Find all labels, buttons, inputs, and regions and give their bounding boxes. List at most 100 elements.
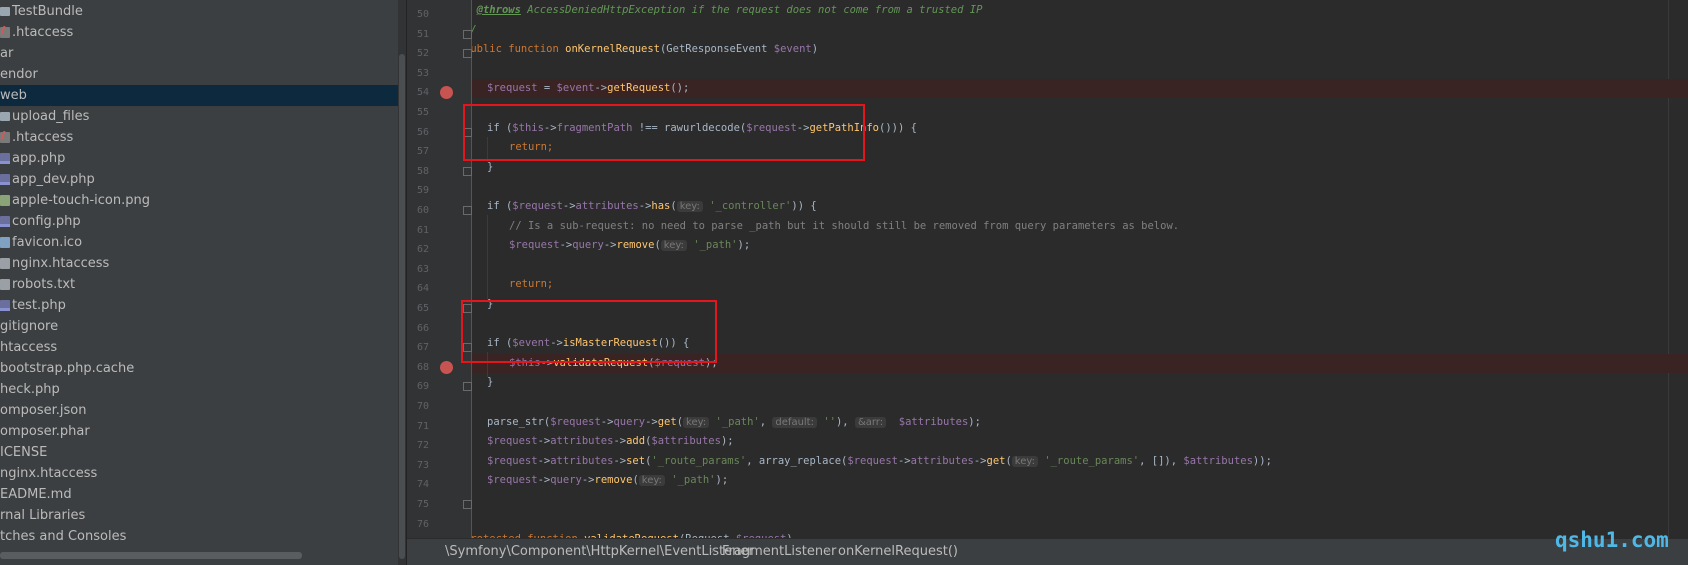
code-token: } <box>487 160 494 173</box>
line-number: 70 <box>416 401 429 412</box>
tree-item[interactable]: htaccess <box>0 337 398 358</box>
code-line-text: $request = $event->getRequest(); <box>487 79 689 98</box>
code-line[interactable]: $request->attributes->add($attributes); <box>472 432 1688 451</box>
fold-marker-icon[interactable] <box>463 29 472 39</box>
tree-item[interactable]: tches and Consoles <box>0 526 398 547</box>
tree-item[interactable]: upload_files <box>0 106 398 127</box>
code-line[interactable]: { <box>472 60 1688 79</box>
code-line[interactable]: $request->query->remove(key: '_path'); <box>472 471 1688 490</box>
tree-item[interactable]: app_dev.php <box>0 169 398 190</box>
code-line-text: // Is a sub-request: no need to parse _p… <box>509 217 1179 236</box>
code-line-text: $request->attributes->set('_route_params… <box>487 452 1272 471</box>
code-line[interactable]: * @throws AccessDeniedHttpException if t… <box>472 1 1688 20</box>
line-number: 60 <box>416 205 429 216</box>
tree-item[interactable]: nginx.htaccess <box>0 463 398 484</box>
code-editor[interactable]: * @throws AccessDeniedHttpException if t… <box>472 0 1688 538</box>
line-number: 66 <box>416 322 429 334</box>
code-line[interactable]: } <box>472 373 1688 392</box>
tree-item[interactable]: ar <box>0 43 398 64</box>
code-token: attributes <box>910 454 974 467</box>
line-number: 65 <box>416 303 429 314</box>
code-token: ( <box>632 474 639 487</box>
code-token: -> <box>638 200 652 212</box>
tree-item[interactable]: nginx.htaccess <box>0 253 398 274</box>
tree-item[interactable]: ICENSE <box>0 442 398 463</box>
code-token: parse_str( <box>487 415 551 428</box>
tree-item[interactable]: web <box>0 85 398 106</box>
code-token: } <box>487 376 494 389</box>
breadcrumb-class[interactable]: FragmentListener <box>722 544 836 559</box>
scrollbar-thumb[interactable] <box>399 54 405 559</box>
code-token: AccessDeniedHttpException if the request… <box>520 4 983 16</box>
code-token: -> <box>537 474 551 487</box>
parameter-hint: key: <box>1011 455 1038 467</box>
code-line[interactable]: return; <box>472 275 1688 294</box>
code-token: ); <box>720 435 734 448</box>
code-line[interactable]: */ <box>472 21 1688 40</box>
fold-marker-icon[interactable] <box>463 382 472 392</box>
line-number: 55 <box>416 107 429 118</box>
tree-item-label: upload_files <box>12 109 90 124</box>
code-line[interactable]: // Is a sub-request: no need to parse _p… <box>472 217 1688 236</box>
tree-item[interactable]: EADME.md <box>0 484 398 505</box>
tree-item[interactable]: config.php <box>0 211 398 232</box>
tree-item[interactable]: rnal Libraries <box>0 505 398 526</box>
code-line[interactable]: $request->attributes->set('_route_params… <box>472 452 1688 471</box>
code-line[interactable]: parse_str($request->query->get(key: '_pa… <box>472 413 1688 432</box>
code-line[interactable]: protected function validateRequest(Reque… <box>472 530 1688 538</box>
tree-horizontal-scrollbar[interactable] <box>0 552 302 559</box>
fold-marker-icon[interactable] <box>463 166 472 176</box>
fold-marker-icon[interactable] <box>463 49 472 59</box>
code-token: remove <box>594 474 633 487</box>
code-token: ) <box>811 43 819 56</box>
code-token: $request <box>512 200 563 212</box>
tree-item[interactable]: apple-touch-icon.png <box>0 190 398 211</box>
code-token: -> <box>581 474 595 487</box>
highlight-box-master-request <box>461 300 717 363</box>
tree-item[interactable]: gitignore <box>0 316 398 337</box>
tree-item-label: robots.txt <box>12 277 76 292</box>
code-line-text: $request->query->remove(key: '_path'); <box>487 471 728 490</box>
code-line-text: $request->query->remove(key: '_path'); <box>509 236 750 255</box>
tree-item[interactable]: app.php <box>0 148 398 169</box>
code-token: $attributes <box>892 415 969 428</box>
fold-marker-icon[interactable] <box>463 206 472 215</box>
tree-item[interactable]: bootstrap.php.cache <box>0 358 398 379</box>
breadcrumb-namespace[interactable]: \Symfony\Component\HttpKernel\EventListe… <box>445 544 754 559</box>
tree-item[interactable]: robots.txt <box>0 274 398 295</box>
tree-item[interactable]: TestBundle <box>0 1 398 22</box>
tree-vertical-scrollbar[interactable] <box>398 0 406 565</box>
chevron-right-icon: › <box>826 543 831 557</box>
code-token: -> <box>973 454 987 467</box>
tree-item-label: .htaccess <box>12 130 74 145</box>
php-file-icon <box>0 153 10 164</box>
code-line[interactable]: } <box>472 491 1688 510</box>
code-line[interactable]: $request->query->remove(key: '_path'); <box>472 236 1688 255</box>
tree-item[interactable]: .htaccess <box>0 22 398 43</box>
code-token: $request <box>847 454 898 467</box>
code-token: , <box>759 415 773 428</box>
tree-item[interactable]: endor <box>0 64 398 85</box>
code-token: if ( <box>487 200 513 212</box>
tree-item[interactable]: .htaccess <box>0 127 398 148</box>
project-tree-list: TestBundle .htaccess ar endor web upload_file… <box>0 1 398 547</box>
code-token: query <box>572 239 604 252</box>
code-token: get <box>657 415 677 428</box>
tree-item[interactable]: favicon.ico <box>0 232 398 253</box>
code-token: $attributes <box>1183 454 1253 467</box>
tree-item[interactable]: test.php <box>0 295 398 316</box>
line-number: 52 <box>416 48 429 60</box>
tree-item[interactable]: omposer.phar <box>0 421 398 442</box>
breakpoint-icon[interactable] <box>440 360 453 374</box>
code-line-text: * @throws AccessDeniedHttpException if t… <box>472 1 983 20</box>
code-token: ( <box>654 239 661 252</box>
code-line-text: public function onKernelRequest(GetRespo… <box>472 40 818 59</box>
tree-item[interactable]: heck.php <box>0 379 398 400</box>
tree-item[interactable]: omposer.json <box>0 400 398 421</box>
code-line[interactable]: if ($request->attributes->has(key: '_con… <box>472 197 1688 216</box>
code-line[interactable]: $request = $event->getRequest(); <box>472 79 1688 99</box>
code-line[interactable]: public function onKernelRequest(GetRespo… <box>472 40 1688 59</box>
code-token: has <box>651 200 671 212</box>
fold-marker-icon[interactable] <box>463 500 472 509</box>
breadcrumb-method[interactable]: onKernelRequest() <box>838 544 958 559</box>
